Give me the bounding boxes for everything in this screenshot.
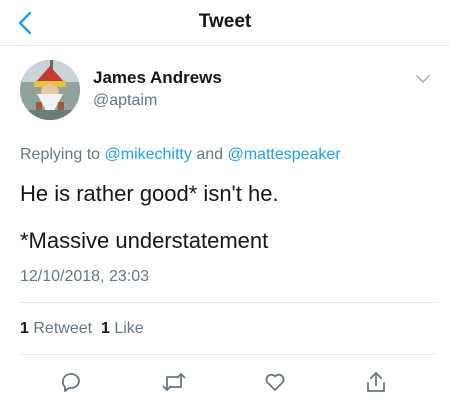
reply-button[interactable] <box>57 368 85 396</box>
tweet-timestamp: 12/10/2018, 23:03 <box>20 268 150 285</box>
like-count[interactable]: 1 <box>101 320 110 337</box>
replying-to: Replying to @mikechitty and @mattespeake… <box>20 146 341 164</box>
retweet-label[interactable]: Retweet <box>33 320 92 337</box>
engagement-stats: 1 Retweet 1 Like <box>20 320 144 338</box>
divider <box>20 302 435 303</box>
nav-bar: Tweet <box>0 0 450 46</box>
share-icon <box>367 372 385 392</box>
chevron-down-icon <box>416 75 430 83</box>
share-button[interactable] <box>362 368 390 396</box>
tweet-text-line: He is rather good* isn't he. <box>20 181 279 206</box>
mention-link[interactable]: @mikechitty <box>105 146 192 163</box>
author-handle[interactable]: @aptaim <box>93 92 157 110</box>
retweet-count[interactable]: 1 <box>20 320 29 337</box>
page-title: Tweet <box>198 11 252 32</box>
like-button[interactable] <box>261 368 289 396</box>
avatar[interactable] <box>20 60 80 120</box>
garden-gnome-photo <box>20 60 80 120</box>
like-icon <box>265 373 285 391</box>
reply-icon <box>62 373 80 392</box>
replying-conjunction: and <box>191 146 228 163</box>
tweet-text-line: *Massive understatement <box>20 228 269 253</box>
retweet-icon <box>162 373 186 391</box>
author-name[interactable]: James Andrews <box>93 68 222 88</box>
more-options-button[interactable] <box>415 72 431 84</box>
retweet-button[interactable] <box>160 368 188 396</box>
replying-prefix: Replying to <box>20 146 105 163</box>
divider <box>20 354 435 355</box>
mention-link[interactable]: @mattespeaker <box>227 146 340 163</box>
like-label[interactable]: Like <box>114 320 143 337</box>
